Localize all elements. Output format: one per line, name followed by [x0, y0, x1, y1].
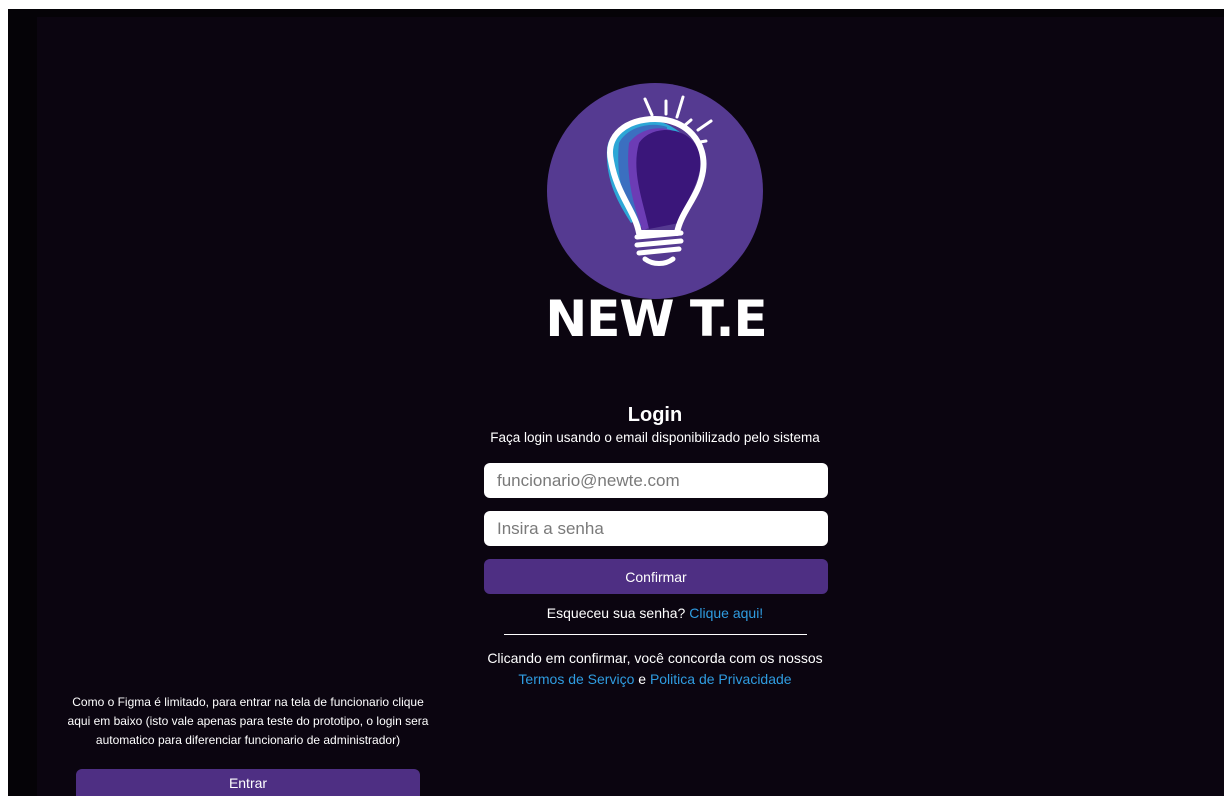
confirm-button[interactable]: Confirmar	[484, 559, 828, 594]
forgot-password: Esqueceu sua senha? Clique aqui!	[455, 605, 855, 621]
terms-text: Clicando em confirmar, você concorda com…	[487, 650, 823, 666]
logo	[547, 83, 763, 299]
terms-notice: Clicando em confirmar, você concorda com…	[455, 648, 855, 690]
lightbulb-icon	[606, 95, 713, 266]
forgot-text: Esqueceu sua senha?	[546, 605, 686, 621]
forgot-password-link[interactable]: Clique aqui!	[689, 605, 763, 621]
password-field[interactable]	[484, 511, 828, 546]
enter-button[interactable]: Entrar	[76, 769, 420, 796]
email-field[interactable]	[484, 463, 828, 498]
prototype-note: Como o Figma é limitado, para entrar na …	[67, 695, 429, 747]
privacy-policy-link[interactable]: Politica de Privacidade	[650, 671, 792, 687]
terms-of-service-link[interactable]: Termos de Serviço	[518, 671, 634, 687]
login-title: Login	[627, 404, 683, 426]
divider	[504, 634, 807, 635]
login-subtitle: Faça login usando o email disponibilizad…	[490, 430, 820, 445]
terms-and: e	[638, 671, 647, 687]
brand-name: NEW T.E	[545, 290, 767, 348]
